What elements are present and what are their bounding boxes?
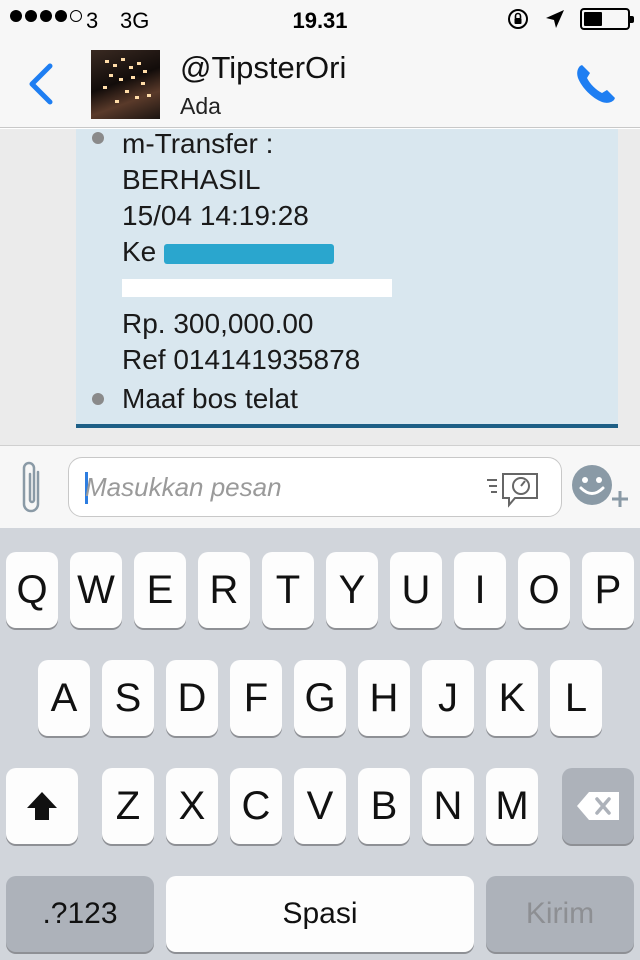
attach-button[interactable] xyxy=(16,458,48,518)
key-s[interactable]: S xyxy=(102,660,154,736)
key-v[interactable]: V xyxy=(294,768,346,844)
keyboard: Q W E R T Y U I O P A S D F G H J K L Z … xyxy=(0,528,640,960)
conversation-header: @TipsterOri Ada xyxy=(0,40,640,128)
contact-status: Ada xyxy=(180,93,221,119)
emoji-button[interactable] xyxy=(570,463,630,511)
contact-avatar[interactable] xyxy=(91,50,160,119)
battery-icon xyxy=(580,8,634,30)
key-d[interactable]: D xyxy=(166,660,218,736)
message-line: m-Transfer : xyxy=(122,129,274,159)
space-key[interactable]: Spasi xyxy=(166,876,474,952)
message-input[interactable] xyxy=(68,457,562,517)
phone-icon xyxy=(577,65,615,103)
key-y[interactable]: Y xyxy=(326,552,378,628)
paperclip-icon xyxy=(22,461,40,513)
call-button[interactable] xyxy=(572,60,620,108)
recipient-prefix: Ke xyxy=(122,236,157,267)
message-line: BERHASIL xyxy=(122,164,261,195)
message-line: Ref 014141935878 xyxy=(122,344,361,375)
redacted-account-number xyxy=(164,243,335,264)
status-bar: 3 3G 19.31 xyxy=(0,0,640,40)
message-line: Ke xyxy=(122,234,392,270)
redacted-recipient-name xyxy=(122,279,392,297)
key-m[interactable]: M xyxy=(486,768,538,844)
rotation-lock-icon xyxy=(508,9,528,29)
key-a[interactable]: A xyxy=(38,660,90,736)
key-i[interactable]: I xyxy=(454,552,506,628)
message-line: Rp. 300,000.00 xyxy=(122,308,314,339)
chat-area[interactable]: m-Transfer : BERHASIL 15/04 14:19:28 Ke … xyxy=(0,129,640,445)
voice-note-icon xyxy=(487,473,538,508)
message-bubble[interactable]: m-Transfer : BERHASIL 15/04 14:19:28 Ke … xyxy=(76,129,618,428)
contact-name[interactable]: @TipsterOri xyxy=(180,50,346,86)
shift-arrow-icon xyxy=(27,792,57,820)
key-r[interactable]: R xyxy=(198,552,250,628)
key-f[interactable]: F xyxy=(230,660,282,736)
key-j[interactable]: J xyxy=(422,660,474,736)
message-bullet-icon xyxy=(92,132,104,144)
key-u[interactable]: U xyxy=(390,552,442,628)
chevron-left-icon xyxy=(29,63,53,105)
backspace-key[interactable] xyxy=(562,768,634,844)
key-n[interactable]: N xyxy=(422,768,474,844)
key-g[interactable]: G xyxy=(294,660,346,736)
key-p[interactable]: P xyxy=(582,552,634,628)
back-button[interactable] xyxy=(22,60,62,108)
message-text: Maaf bos telat xyxy=(122,383,298,414)
emoji-add-icon xyxy=(572,465,628,507)
voice-note-button[interactable] xyxy=(485,470,541,508)
key-b[interactable]: B xyxy=(358,768,410,844)
key-k[interactable]: K xyxy=(486,660,538,736)
message-field[interactable] xyxy=(85,470,475,504)
key-e[interactable]: E xyxy=(134,552,186,628)
key-q[interactable]: Q xyxy=(6,552,58,628)
key-h[interactable]: H xyxy=(358,660,410,736)
location-icon xyxy=(546,10,564,28)
numbers-key[interactable]: .?123 xyxy=(6,876,154,952)
message-text: m-Transfer : BERHASIL 15/04 14:19:28 Ke … xyxy=(122,129,392,378)
message-bullet-icon xyxy=(92,393,104,405)
key-z[interactable]: Z xyxy=(102,768,154,844)
shift-key[interactable] xyxy=(6,768,78,844)
key-o[interactable]: O xyxy=(518,552,570,628)
message-input-bar xyxy=(0,445,640,528)
send-key[interactable]: Kirim xyxy=(486,876,634,952)
key-c[interactable]: C xyxy=(230,768,282,844)
key-l[interactable]: L xyxy=(550,660,602,736)
backspace-icon xyxy=(577,792,619,820)
key-t[interactable]: T xyxy=(262,552,314,628)
message-line: 15/04 14:19:28 xyxy=(122,200,309,231)
key-w[interactable]: W xyxy=(70,552,122,628)
key-x[interactable]: X xyxy=(166,768,218,844)
